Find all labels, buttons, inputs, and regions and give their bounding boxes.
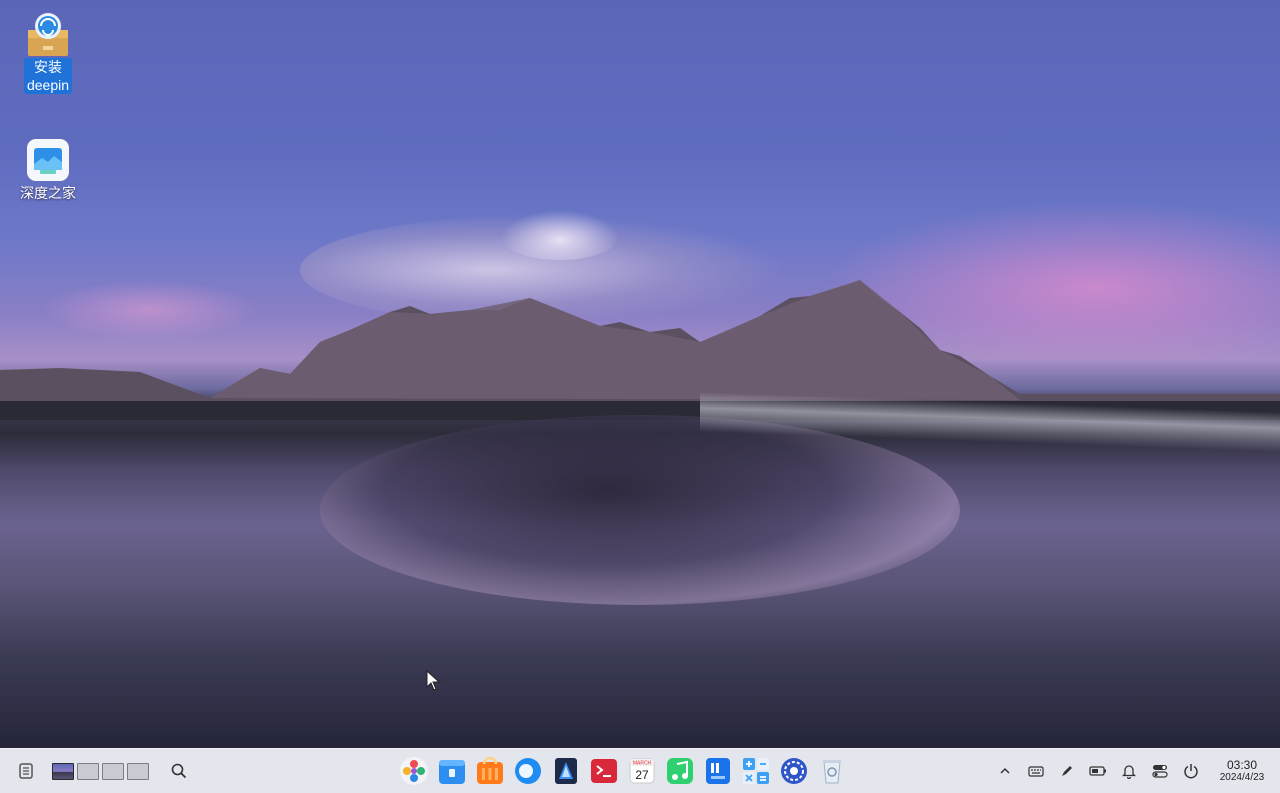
keyboard-icon xyxy=(1028,766,1044,777)
system-tray: 03:30 2024/4/23 xyxy=(987,749,1280,793)
deepin-home-icon xyxy=(26,138,70,182)
show-desktop-button[interactable] xyxy=(12,757,40,785)
search-button[interactable] xyxy=(165,757,193,785)
dock-calculator[interactable] xyxy=(740,755,772,787)
dock-terminal[interactable] xyxy=(588,755,620,787)
mouse-cursor-icon xyxy=(426,670,441,691)
power-icon xyxy=(1184,764,1198,779)
taskbar-left-area xyxy=(12,749,193,793)
expand-tray-button[interactable] xyxy=(992,758,1018,784)
dock: MARCH 27 xyxy=(398,755,848,789)
calculator-icon xyxy=(743,758,769,784)
installer-package-icon xyxy=(26,12,70,56)
desktop-icon-label-line2: deepin xyxy=(26,77,70,93)
launcher-icon xyxy=(400,757,428,785)
svg-text:MARCH: MARCH xyxy=(633,761,652,767)
toggle-panel-icon xyxy=(1152,765,1168,778)
trash-icon xyxy=(823,760,841,784)
pen-icon xyxy=(1062,766,1072,776)
toggle-panel-button[interactable] xyxy=(1147,758,1173,784)
desktop-wallpaper[interactable] xyxy=(0,0,1280,748)
text-editor-icon xyxy=(555,758,577,784)
keyboard-button[interactable] xyxy=(1023,758,1049,784)
battery-button[interactable] xyxy=(1085,758,1111,784)
dock-music[interactable] xyxy=(664,755,696,787)
wallpaper-mountains xyxy=(0,280,1280,420)
browser-icon xyxy=(515,758,541,784)
dock-browser[interactable] xyxy=(512,755,544,787)
wallpaper-reflection xyxy=(320,415,960,605)
music-icon xyxy=(667,758,693,784)
dock-file-manager[interactable] xyxy=(436,755,468,787)
dock-calendar[interactable]: MARCH 27 xyxy=(626,755,658,787)
dock-launcher[interactable] xyxy=(398,755,430,787)
dock-document-viewer[interactable] xyxy=(702,755,734,787)
show-desktop-icon xyxy=(19,763,33,779)
file-manager-icon xyxy=(439,760,465,784)
clock-time: 03:30 xyxy=(1226,758,1258,772)
taskbar: MARCH 27 03:30 2024/4/23 xyxy=(0,748,1280,793)
app-store-icon xyxy=(477,756,503,784)
control-center-icon xyxy=(781,758,807,784)
dock-control-center[interactable] xyxy=(778,755,810,787)
notification-bell-icon xyxy=(1122,765,1136,779)
desktop-icon-install-deepin[interactable]: 安装 deepin xyxy=(10,12,86,95)
dock-app-store[interactable] xyxy=(474,755,506,787)
notification-button[interactable] xyxy=(1116,758,1142,784)
desktop-icon-label: 安装 deepin xyxy=(23,58,73,94)
document-viewer-icon xyxy=(706,758,730,784)
taskbar-clock[interactable]: 03:30 2024/4/23 xyxy=(1210,758,1274,784)
dock-trash[interactable] xyxy=(816,755,848,787)
workspace-2[interactable] xyxy=(77,762,99,780)
calendar-day: 27 xyxy=(635,768,649,782)
desktop-icon-label-line1: 安装 xyxy=(33,59,62,75)
expand-tray-icon xyxy=(1000,767,1010,774)
workspace-1[interactable] xyxy=(52,762,74,780)
search-icon xyxy=(171,763,187,779)
workspace-switcher xyxy=(52,762,149,780)
power-button[interactable] xyxy=(1178,758,1204,784)
battery-icon xyxy=(1089,766,1106,776)
workspace-4[interactable] xyxy=(127,762,149,780)
desktop-icon-label: 深度之家 xyxy=(17,184,79,202)
wallpaper-cloud-top xyxy=(500,210,620,260)
terminal-icon xyxy=(591,759,617,783)
clock-date: 2024/4/23 xyxy=(1219,772,1265,783)
desktop-icon-deepin-home[interactable]: 深度之家 xyxy=(10,138,86,203)
dock-text-editor[interactable] xyxy=(550,755,582,787)
calendar-icon: MARCH 27 xyxy=(629,758,655,784)
desktop-icon-label-line1: 深度之家 xyxy=(20,185,76,201)
workspace-3[interactable] xyxy=(102,762,124,780)
pen-button[interactable] xyxy=(1054,758,1080,784)
